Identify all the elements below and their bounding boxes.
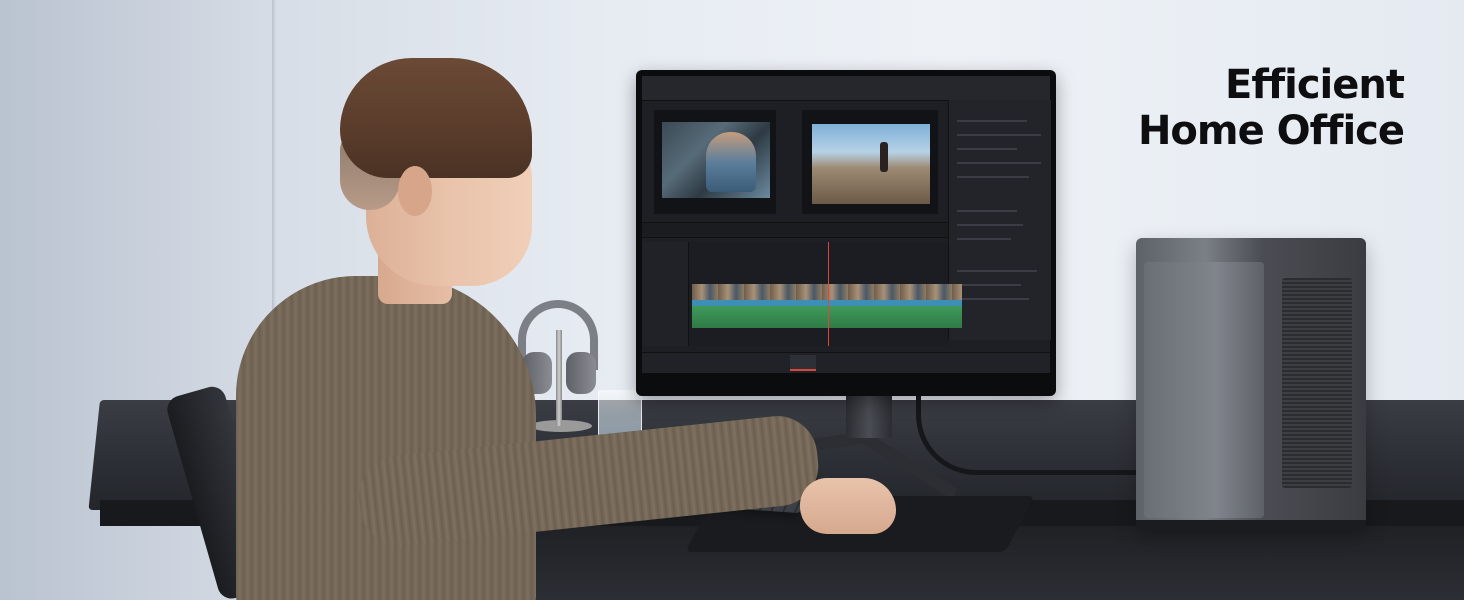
headline-line-1: Efficient (1225, 62, 1405, 108)
inspector-row (957, 176, 1029, 178)
person-ear (398, 166, 432, 216)
program-clip-figure (880, 142, 888, 172)
monitor-screen (642, 76, 1051, 373)
inspector-row (957, 120, 1027, 122)
audio-track-clip (692, 306, 962, 328)
headline-line-2: Home Office (1137, 108, 1405, 154)
monitor-cable (916, 390, 1151, 475)
track-headers (642, 242, 689, 346)
pc-case-side-mesh (1282, 278, 1352, 488)
monitor (636, 70, 1056, 396)
inspector-row (957, 238, 1011, 240)
source-viewer (654, 110, 776, 214)
inspector-panel (948, 100, 1051, 340)
source-clip-person (706, 132, 756, 192)
editor-top-bar (642, 76, 1050, 101)
pc-case-front-panel (1144, 262, 1264, 518)
inspector-row (957, 298, 1029, 300)
pc-case-feet (1136, 520, 1366, 532)
person-hair (340, 58, 532, 178)
monitor-stand-neck (846, 392, 892, 438)
timeline (642, 242, 962, 346)
headphones-right-cup (566, 352, 596, 394)
inspector-row (957, 162, 1041, 164)
inspector-row (957, 284, 1021, 286)
inspector-row (957, 210, 1017, 212)
person-right-hand (800, 478, 896, 534)
person-torso-sweater (236, 276, 536, 600)
headline: Efficient Home Office (1137, 62, 1405, 154)
timeline-playhead (828, 242, 829, 346)
active-page-tab (790, 355, 816, 371)
transport-toolbar (642, 222, 948, 238)
product-scene: Efficient Home Office (0, 0, 1464, 600)
pc-case (1136, 238, 1366, 532)
inspector-row (957, 224, 1023, 226)
program-viewer (802, 110, 938, 214)
inspector-row (957, 134, 1041, 136)
program-clip-thumbnail (812, 124, 930, 204)
inspector-row (957, 148, 1017, 150)
inspector-row (957, 270, 1037, 272)
page-tabs-bar (642, 352, 1050, 373)
